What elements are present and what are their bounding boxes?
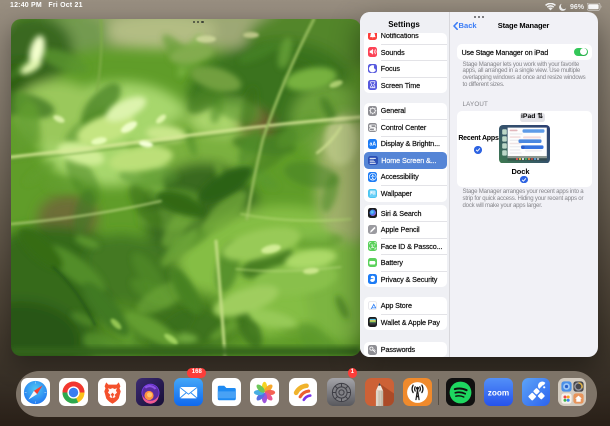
svg-text:zoom: zoom <box>488 388 509 397</box>
svg-text:aA: aA <box>369 142 376 148</box>
